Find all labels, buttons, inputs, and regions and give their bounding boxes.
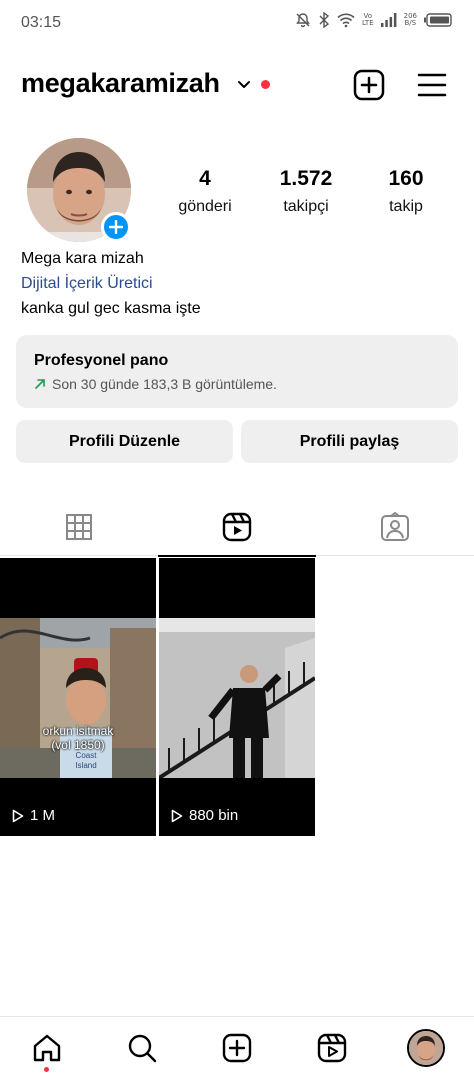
following-stat[interactable]: 160 takip [370,166,442,218]
home-icon [33,1034,61,1062]
nav-search[interactable] [125,1031,159,1065]
display-name: Mega kara mizah [21,250,144,267]
posts-label: gönderi [178,198,232,215]
following-count: 160 [388,167,424,190]
dashboard-views-text: Son 30 günde 183,3 B görüntüleme. [52,376,277,392]
reels-icon [222,512,252,542]
status-icons: Vo LTE 206 B/S [295,12,452,28]
menu-icon [417,73,447,97]
search-icon [128,1034,157,1063]
reels-icon [317,1033,347,1063]
nav-home[interactable] [30,1031,64,1065]
tab-reels[interactable] [158,498,316,557]
play-icon [12,809,24,822]
following-label: takip [389,198,423,215]
chevron-down-icon[interactable] [236,78,252,96]
trend-up-icon [35,379,45,389]
posts-count: 4 [199,167,211,190]
wifi-icon [337,12,355,28]
status-bar: 03:15 Vo LTE 206 B/S [0,0,474,46]
followers-count: 1.572 [279,167,333,190]
reel-thumbnail-2[interactable]: 880 bin [159,558,315,836]
create-button[interactable] [352,68,386,102]
reel-views-1: 1 M [12,807,55,824]
bio-section: Mega kara mizah Dijital İçerik Üretici k… [21,248,201,320]
create-icon [353,69,385,101]
reel-thumbnail-1[interactable]: Coast Island orkun isitmak (vol 1850) 1 … [0,558,156,836]
followers-stat[interactable]: 1.572 takipçi [266,166,346,218]
share-profile-button[interactable]: Profili paylaş [241,420,458,463]
posts-stat[interactable]: 4 gönderi [168,166,242,218]
home-notification-dot [44,1067,49,1072]
add-story-button[interactable] [101,212,131,242]
profile-avatar-container[interactable] [27,138,132,243]
tab-tagged[interactable] [316,498,474,556]
reel-caption-1: orkun isitmak (vol 1850) [42,724,114,752]
battery-icon [424,13,452,27]
profile-header: megakaramizah [0,60,474,110]
svg-text:Coast: Coast [76,751,98,760]
mute-icon [295,12,311,28]
followers-label: takipçi [283,198,329,215]
network-speed: 206 B/S [403,12,417,27]
tagged-icon [381,512,409,541]
svg-text:Island: Island [75,761,96,770]
reel-image-2 [159,618,315,778]
professional-dashboard[interactable]: Profesyonel pano Son 30 günde 183,3 B gö… [16,335,458,408]
network-type: Vo LTE [361,12,374,27]
create-icon [222,1033,252,1063]
signal-icon [380,13,397,27]
grid-icon [66,514,92,540]
content-tabs [0,498,474,557]
plus-icon [109,220,123,234]
edit-profile-button[interactable]: Profili Düzenle [16,420,233,463]
menu-button[interactable] [415,68,449,102]
reel-views-2: 880 bin [171,807,238,824]
dashboard-title: Profesyonel pano [34,352,169,369]
bottom-nav [0,1016,474,1080]
nav-create[interactable] [220,1031,254,1065]
username-switcher[interactable]: megakaramizah [21,68,220,99]
status-time: 03:15 [21,14,62,31]
reel-image-1: Coast Island [0,618,156,778]
dashboard-subtitle: Son 30 günde 183,3 B görüntüleme. [34,376,277,392]
bluetooth-icon [318,12,330,28]
tab-posts[interactable] [0,498,158,556]
play-icon [171,809,183,822]
nav-reels[interactable] [315,1031,349,1065]
bio-text: kanka gul gec kasma işte [21,300,201,317]
category-label[interactable]: Dijital İçerik Üretici [21,273,201,295]
nav-profile-avatar[interactable] [407,1029,445,1067]
notification-dot [261,80,270,89]
